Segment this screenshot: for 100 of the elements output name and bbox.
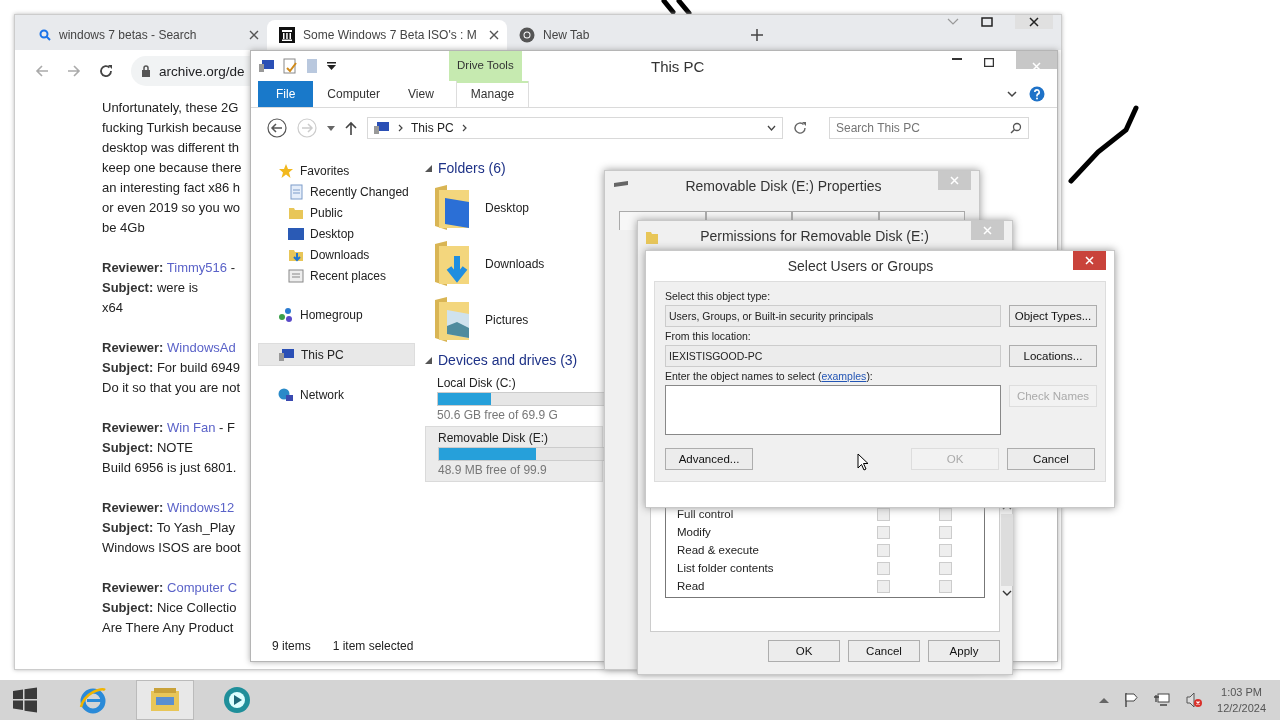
nav-item[interactable]: This PC [258,343,415,366]
group-header[interactable]: Devices and drives (3) [438,352,578,368]
nav-item[interactable]: Public [258,202,415,223]
clock-date[interactable]: 12/2/2024 [1217,700,1266,716]
object-type-field: Users, Groups, or Built-in security principals [665,305,1001,327]
ribbon-tab[interactable]: File [258,81,314,107]
group-header[interactable]: Folders (6) [438,160,506,176]
close-icon[interactable] [249,30,259,40]
nav-item[interactable]: Desktop [258,223,415,244]
deny-checkbox[interactable] [939,561,952,575]
dialog-button[interactable]: OK [768,640,840,662]
status-text: 1 item selected [332,639,414,653]
search-icon [39,29,51,41]
locations-button[interactable]: Locations... [1009,345,1097,367]
nav-item[interactable]: Downloads [258,244,415,265]
taskbar-app[interactable] [136,680,194,720]
location-field: IEXISTISGOOD-PC [665,345,1001,367]
nav-item[interactable]: Recent places [258,265,415,286]
nav-item[interactable]: Network [258,384,415,405]
scroll-down-icon[interactable] [1002,589,1012,597]
browser-tab[interactable]: Some Windows 7 Beta ISO's : M [267,20,507,50]
flag-icon[interactable] [1123,692,1140,708]
reload-icon[interactable] [99,64,113,78]
review-text: an interesting fact x86 h [102,179,242,197]
new-tab-icon[interactable] [751,29,763,41]
dialog-button[interactable]: Apply [928,640,1000,662]
reviewer-link[interactable]: Timmy516 [166,260,227,275]
forward-icon[interactable] [67,64,81,78]
star-icon [278,162,294,179]
advanced-button[interactable]: Advanced... [665,448,753,470]
drive-item[interactable]: Removable Disk (E:) 48.9 MB free of 99.9 [425,426,603,482]
expand-ribbon-icon[interactable] [1007,90,1017,98]
collapse-icon[interactable] [425,356,432,364]
status-text: 9 items [272,639,311,653]
subject-label: Subject: [102,280,154,295]
chevron-icon[interactable] [461,124,467,132]
review-subject: To Yash_Play [156,520,235,535]
address-bar[interactable]: This PC [367,117,783,139]
maximize-icon[interactable] [984,58,994,67]
nav-item[interactable]: Homegroup [258,304,415,325]
object-types-button[interactable]: Object Types... [1009,305,1097,327]
reviewer-link[interactable]: Windows12 [167,500,235,515]
subject-label: Subject: [102,360,154,375]
show-hidden-icon[interactable] [1099,697,1110,703]
caret-icon[interactable] [767,125,776,131]
reviewer-link[interactable]: Win Fan [167,420,216,435]
folder-item[interactable]: Downloads [425,236,593,292]
allow-checkbox[interactable] [877,525,890,539]
reviewer-label: Reviewer: [102,420,164,435]
allow-checkbox[interactable] [877,579,890,593]
drive-icon [613,180,629,188]
nav-item[interactable]: Recently Changed [258,181,415,202]
dialog-button[interactable]: Cancel [848,640,920,662]
nav-item[interactable]: Favorites [258,160,415,181]
deny-checkbox[interactable] [939,525,952,539]
browser-tab[interactable]: New Tab [507,20,747,50]
clock-time[interactable]: 1:03 PM [1221,684,1262,700]
close-icon [1029,17,1039,27]
reviewer-link[interactable]: WindowsAd [167,340,236,355]
caret-icon[interactable] [327,125,335,131]
folder-item[interactable]: Pictures [425,292,593,348]
help-icon[interactable] [1029,86,1045,102]
review-text: Do it so that you are not [102,379,242,397]
start-icon[interactable] [12,687,38,713]
allow-checkbox[interactable] [877,543,890,557]
refresh-icon[interactable] [793,121,807,135]
ribbon-tab[interactable]: Manage [455,81,530,107]
deny-checkbox[interactable] [939,579,952,593]
review-text: Are There Any Product [102,619,235,637]
search-field[interactable]: Search This PC [829,117,1029,139]
reviewer-link[interactable]: Computer C [167,580,238,595]
reviewer-label: Reviewer: [102,340,164,355]
review-subject: For build 6949 [156,360,241,375]
computer-icon[interactable] [259,59,275,73]
deny-checkbox[interactable] [939,543,952,557]
subject-label: Subject: [102,600,154,615]
cancel-button[interactable]: Cancel [1007,448,1095,470]
folder-item[interactable]: Desktop [425,180,593,236]
allow-checkbox[interactable] [877,561,890,575]
review-text: desktop was different th [102,139,241,157]
collapse-icon[interactable] [425,164,432,172]
up-icon[interactable] [345,121,357,135]
network-icon[interactable] [1153,692,1172,708]
field-label: Enter the object names to select (examples): [665,370,874,382]
close-icon[interactable] [489,30,499,40]
address-bar[interactable]: archive.org/de [131,56,253,86]
close-button[interactable] [1015,15,1053,29]
object-names-field[interactable] [665,385,1001,435]
chevron-icon[interactable] [398,124,403,132]
examples-link[interactable]: examples [821,370,867,382]
ribbon-tab[interactable]: View [394,81,448,107]
field-label: From this location: [665,330,752,342]
browser-tab[interactable]: windows 7 betas - Search [27,20,267,50]
dropdown-icon[interactable] [327,62,336,70]
back-icon[interactable] [267,118,287,138]
properties-icon[interactable] [283,58,297,74]
breadcrumb[interactable]: This PC [411,121,454,135]
permission-name: Read [677,580,706,592]
ribbon-tab[interactable]: Computer [313,81,395,107]
speaker-muted-icon[interactable] [1185,692,1204,708]
